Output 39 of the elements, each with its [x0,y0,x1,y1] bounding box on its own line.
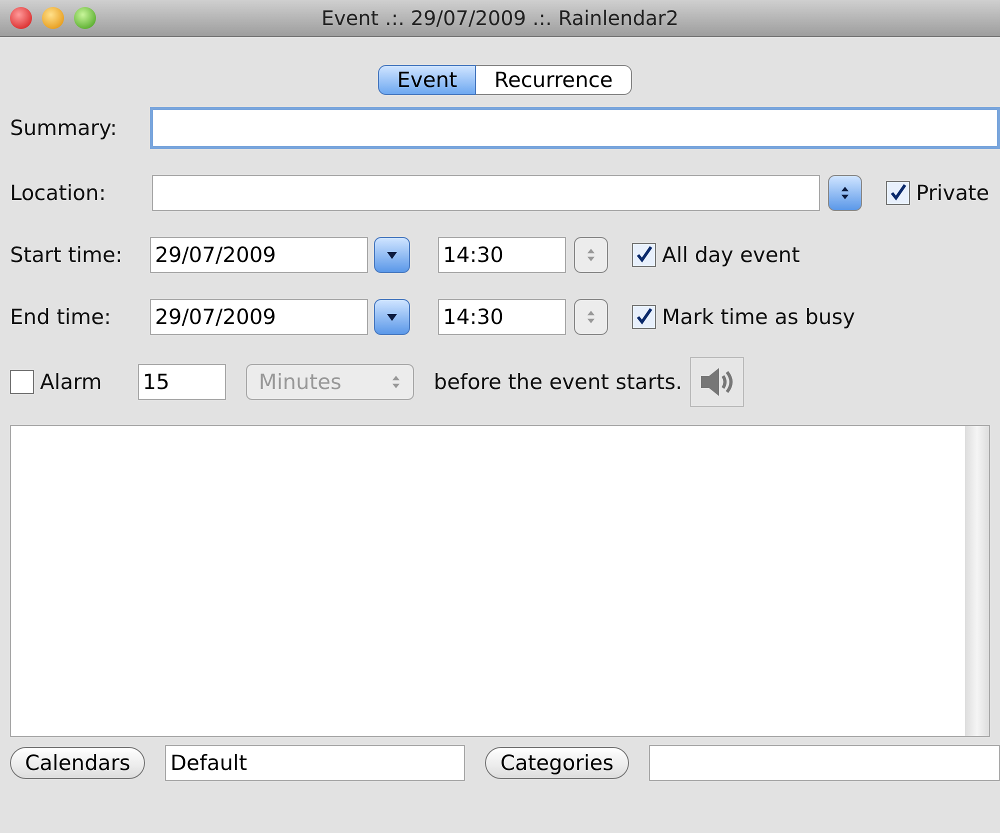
checkbox-label: Private [916,181,990,205]
time-field[interactable]: 14:30 [438,299,566,335]
date-field[interactable]: 29/07/2009 [150,237,368,273]
date-picker-button[interactable] [374,299,410,335]
checkbox[interactable] [632,243,656,267]
field-label: Summary: [10,116,118,140]
checkbox[interactable] [632,305,656,329]
checkbox-label: All day event [662,243,800,267]
check-icon [634,245,654,265]
checkbox-label: Mark time as busy [662,305,856,329]
checkbox-label: Alarm [40,370,102,394]
check-icon [634,307,654,327]
time-stepper[interactable] [574,237,608,273]
field-label: Start time: [10,243,124,267]
minimize-button[interactable] [42,7,64,29]
tab[interactable]: Recurrence [476,65,632,95]
summary-field[interactable] [150,107,1000,149]
alarm-amount-field[interactable]: 15 [138,364,226,400]
date-picker-button[interactable] [374,237,410,273]
checkbox[interactable] [10,370,34,394]
date-field[interactable]: 29/07/2009 [150,299,368,335]
window-title: Event .:. 29/07/2009 .:. Rainlendar2 [320,6,680,30]
categories-button[interactable]: Categories [485,747,629,779]
close-button[interactable] [10,7,32,29]
time-field[interactable]: 14:30 [438,237,566,273]
categories-field[interactable] [648,745,1000,781]
location-field[interactable] [152,175,820,211]
sound-button[interactable] [690,357,744,407]
check-icon [888,183,908,203]
zoom-button[interactable] [74,7,96,29]
calendars-button[interactable]: Calendars [10,747,146,779]
tab[interactable]: Event [378,65,476,95]
field-label: End time: [10,305,112,329]
checkbox[interactable] [886,181,910,205]
calendar-field[interactable]: Default [165,745,466,781]
time-stepper[interactable] [574,299,608,335]
location-dropdown-button[interactable] [828,175,862,211]
alarm-text: before the event starts. [434,370,682,394]
field-label: Location: [10,181,107,205]
